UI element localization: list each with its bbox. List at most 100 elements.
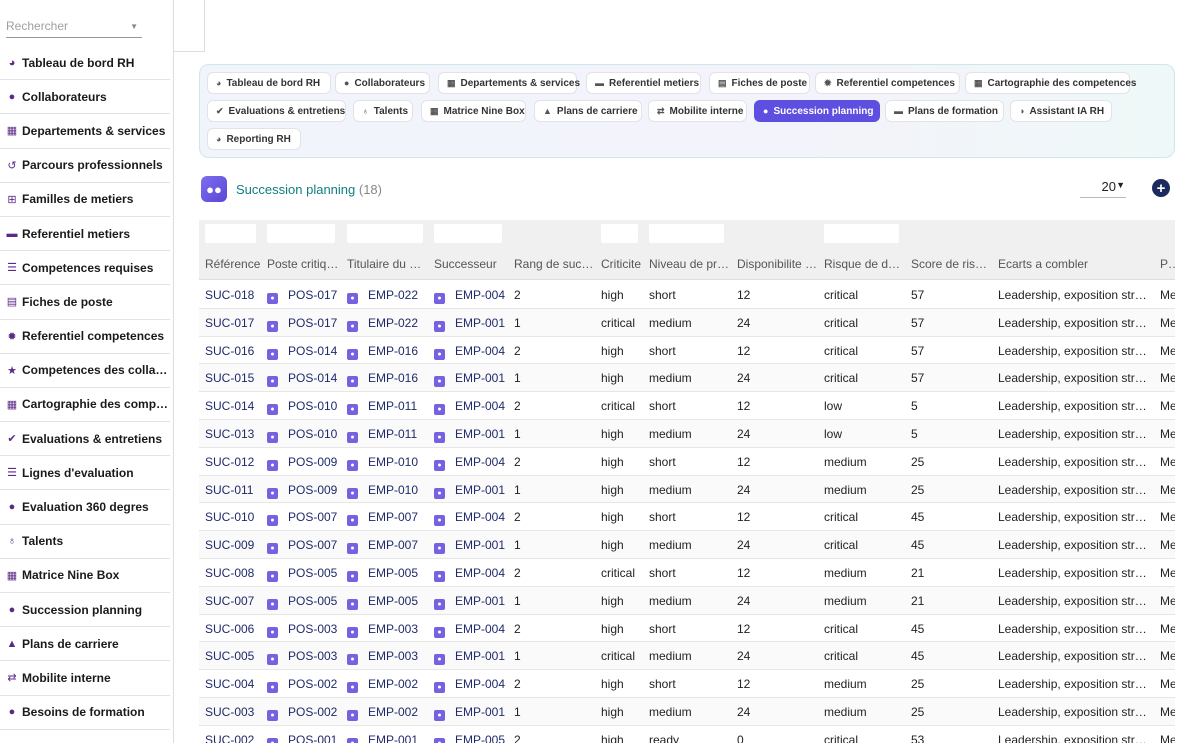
tab[interactable]: ▤ Fiches de poste [709, 72, 810, 94]
sidebar-item[interactable]: ☰ Lignes d'evaluation [0, 456, 170, 491]
table-row[interactable]: SUC-004 ● POS-002 ● EMP-002 ● EMP-004 2 high shor… [199, 670, 1175, 698]
table-cell[interactable]: ● POS-007 [267, 510, 337, 527]
column-filter-input[interactable] [205, 224, 256, 243]
table-row[interactable]: SUC-005 ● POS-003 ● EMP-003 ● EMP-001 1 critical… [199, 642, 1175, 671]
table-cell[interactable]: ● EMP-011 [347, 427, 417, 443]
table-row[interactable]: SUC-006 ● POS-003 ● EMP-003 ● EMP-004 2 high shor… [199, 615, 1175, 643]
sidebar-item[interactable]: ● Succession planning [0, 593, 170, 628]
sidebar-item[interactable]: ↺ Parcours professionnels [0, 149, 170, 183]
table-cell[interactable]: ● EMP-010 [347, 455, 418, 471]
table-cell[interactable]: ● EMP-005 [347, 566, 418, 582]
column-header[interactable]: Risque de depart [824, 257, 906, 271]
column-header[interactable]: Titulaire du poste [347, 257, 427, 271]
table-cell[interactable]: SUC-007 [205, 594, 254, 608]
sidebar-item[interactable]: ● Collaborateurs [0, 80, 170, 115]
table-cell[interactable]: SUC-014 [205, 399, 254, 413]
table-cell[interactable]: SUC-004 [205, 677, 254, 691]
sidebar-item[interactable]: ● Besoins de formation [0, 696, 170, 730]
table-cell[interactable]: ● EMP-010 [347, 483, 418, 499]
table-cell[interactable]: SUC-012 [205, 455, 254, 469]
table-cell[interactable]: ● EMP-001 [434, 316, 505, 332]
table-row[interactable]: SUC-007 ● POS-005 ● EMP-005 ● EMP-001 1 high medi… [199, 586, 1175, 615]
table-row[interactable]: SUC-003 ● POS-002 ● EMP-002 ● EMP-001 1 high medi… [199, 698, 1175, 726]
column-header[interactable]: Successeur [434, 257, 497, 271]
sidebar-item[interactable]: ▤ Fiches de poste [0, 285, 170, 320]
table-cell[interactable]: ● EMP-001 [434, 427, 505, 443]
table-cell[interactable]: ● EMP-011 [347, 399, 417, 416]
sidebar-item[interactable]: ▦ Cartographie des competences [0, 388, 170, 423]
sidebar-item[interactable]: ◕ Tableau de bord RH [0, 46, 170, 81]
tab[interactable]: ▲ Plans de carriere [534, 100, 642, 122]
tab[interactable]: ▬ Plans de formation [885, 100, 1004, 122]
table-row[interactable]: SUC-016 ● POS-014 ● EMP-016 ● EMP-004 2 high shor… [199, 337, 1175, 365]
table-cell[interactable]: ● POS-014 [267, 344, 337, 360]
sidebar-item[interactable]: ● Evaluation 360 degres [0, 490, 170, 525]
tab[interactable]: ▬ Referentiel metiers [586, 72, 701, 94]
table-cell[interactable]: ● EMP-007 [347, 538, 418, 555]
column-filter-input[interactable] [267, 224, 335, 243]
table-row[interactable]: SUC-014 ● POS-010 ● EMP-011 ● EMP-004 2 critical… [199, 392, 1175, 420]
tab[interactable]: ● Collaborateurs [335, 72, 430, 94]
table-row[interactable]: SUC-002 ● POS-001 ● EMP-001 ● EMP-005 2 high read… [199, 726, 1175, 743]
table-cell[interactable]: ● EMP-004 [434, 622, 505, 638]
table-cell[interactable]: SUC-008 [205, 566, 254, 580]
table-row[interactable]: SUC-018 ● POS-017 ● EMP-022 ● EMP-004 2 high shor… [199, 281, 1175, 309]
tab[interactable]: ✔ Evaluations & entretiens [207, 100, 346, 122]
sidebar-item[interactable]: ✔ Evaluations & entretiens [0, 422, 170, 457]
table-cell[interactable]: SUC-010 [205, 510, 254, 524]
table-cell[interactable]: SUC-006 [205, 622, 254, 636]
tab[interactable]: ▦ Cartographie des competences [965, 72, 1136, 94]
table-cell[interactable]: ● EMP-004 [434, 566, 505, 582]
table-cell[interactable]: ● EMP-007 [347, 510, 418, 527]
table-cell[interactable]: SUC-009 [205, 538, 254, 552]
table-cell[interactable]: ● EMP-001 [434, 649, 505, 666]
column-header[interactable]: Rang de succession [514, 257, 596, 271]
column-filter-input[interactable] [434, 224, 502, 243]
table-cell[interactable]: ● EMP-002 [347, 677, 418, 694]
table-row[interactable]: SUC-017 ● POS-017 ● EMP-022 ● EMP-001 1 critical… [199, 308, 1175, 337]
sidebar-item[interactable]: ★ Competences des collaborateurs [0, 354, 170, 388]
sidebar-item[interactable]: ☰ Competences requises [0, 251, 170, 286]
search-select[interactable]: ▼ [6, 14, 142, 38]
table-cell[interactable]: ● EMP-004 [434, 344, 505, 360]
table-cell[interactable]: ● EMP-003 [347, 622, 418, 638]
page-size-select[interactable]: 20 ▼ [1080, 176, 1126, 198]
table-cell[interactable]: ● EMP-001 [434, 538, 505, 555]
table-cell[interactable]: ● POS-005 [267, 594, 337, 610]
table-cell[interactable]: ● POS-002 [267, 705, 337, 721]
tab[interactable]: ✹ Referentiel competences [815, 72, 960, 94]
table-cell[interactable]: SUC-015 [205, 371, 254, 385]
sidebar-item[interactable]: ▲ Plans de carriere [0, 627, 170, 662]
table-cell[interactable]: SUC-018 [205, 288, 254, 302]
column-filter-input[interactable] [824, 224, 899, 243]
column-filter-input[interactable] [649, 224, 724, 243]
tab[interactable]: ▦ Matrice Nine Box [421, 100, 526, 122]
table-cell[interactable]: ● POS-005 [267, 566, 337, 582]
tab[interactable]: ▦ Departements & services [438, 72, 580, 94]
table-cell[interactable]: ● EMP-016 [347, 344, 418, 360]
column-header[interactable]: Criticite [601, 257, 641, 271]
tab[interactable]: ⇄ Mobilite interne [648, 100, 747, 122]
table-cell[interactable]: ● POS-002 [267, 677, 337, 694]
table-cell[interactable]: ● EMP-004 [434, 288, 505, 304]
table-cell[interactable]: SUC-013 [205, 427, 254, 441]
column-filter-input[interactable] [347, 224, 423, 243]
column-header[interactable]: Ecarts a combler [998, 257, 1088, 271]
table-cell[interactable]: ● EMP-001 [434, 705, 505, 721]
table-cell[interactable]: ● EMP-004 [434, 510, 505, 527]
table-cell[interactable]: ● EMP-005 [434, 733, 505, 743]
table-row[interactable]: SUC-009 ● POS-007 ● EMP-007 ● EMP-001 1 high medi… [199, 531, 1175, 559]
table-cell[interactable]: SUC-005 [205, 649, 254, 663]
table-cell[interactable]: ● POS-003 [267, 649, 337, 666]
sidebar-item[interactable]: ✹ Referentiel competences [0, 320, 170, 354]
table-cell[interactable]: SUC-002 [205, 733, 254, 743]
tab[interactable]: ♁ Talents [353, 100, 413, 122]
tab[interactable]: ◑ Assistant IA RH [1010, 100, 1112, 122]
table-cell[interactable]: ● EMP-022 [347, 288, 418, 304]
column-header[interactable]: Poste critique [267, 257, 339, 271]
table-cell[interactable]: ● POS-017 [267, 316, 337, 332]
table-cell[interactable]: ● EMP-003 [347, 649, 418, 666]
chevron-down-icon[interactable]: ▼ [130, 22, 138, 31]
column-filter-input[interactable] [601, 224, 638, 243]
sidebar-item[interactable]: ▦ Departements & services [0, 114, 170, 149]
